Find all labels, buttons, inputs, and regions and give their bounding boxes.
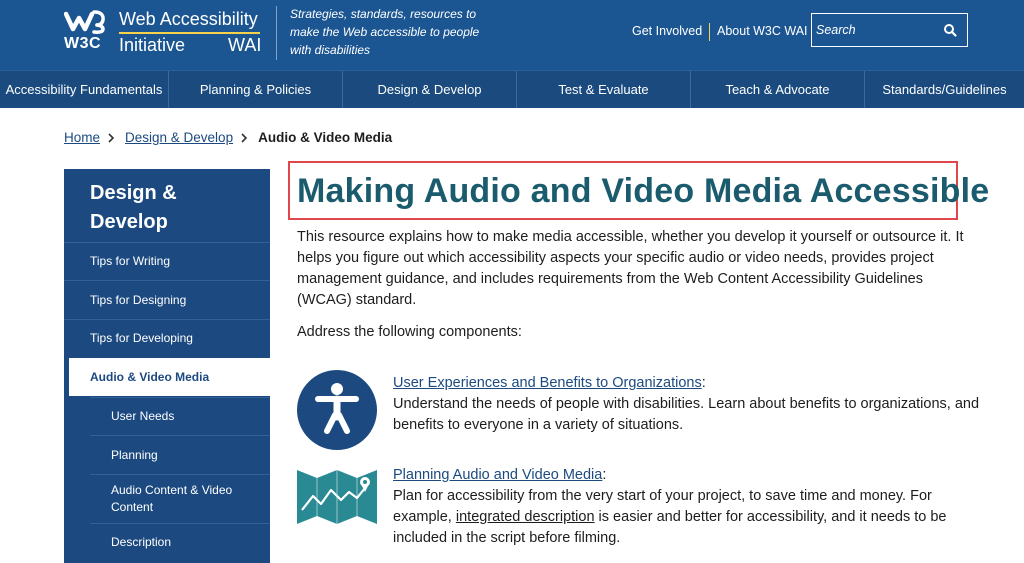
- nav-planning-policies[interactable]: Planning & Policies: [169, 71, 343, 108]
- breadcrumb-home-link[interactable]: Home: [64, 130, 100, 145]
- header-divider: [276, 6, 277, 60]
- w3c-wai-logo-icon: [64, 10, 105, 34]
- site-title-line1[interactable]: Web Accessibility: [119, 9, 258, 30]
- title-underline: [119, 32, 260, 34]
- component-description: Understand the needs of people with disa…: [393, 396, 980, 433]
- sidebar-item-tips-writing[interactable]: Tips for Writing: [64, 242, 270, 280]
- breadcrumb: Home Design & Develop Audio & Video Medi…: [64, 130, 392, 145]
- search-icon[interactable]: [940, 20, 960, 40]
- site-title-line2[interactable]: Initiative: [119, 35, 185, 56]
- page-title: Making Audio and Video Media Accessible: [297, 172, 990, 210]
- breadcrumb-design-develop-link[interactable]: Design & Develop: [125, 130, 233, 145]
- search-box: [811, 13, 968, 47]
- sidebar-item-planning[interactable]: Planning: [90, 435, 270, 474]
- accessibility-person-icon: [297, 370, 377, 450]
- sidebar-item-tips-developing[interactable]: Tips for Developing: [64, 319, 270, 357]
- site-tagline: Strategies, standards, resources to make…: [290, 7, 480, 57]
- map-chart-icon: [297, 470, 377, 524]
- sidebar-item-tips-designing[interactable]: Tips for Designing: [64, 280, 270, 319]
- sidebar-item-description[interactable]: Description: [90, 523, 270, 561]
- planning-media-link[interactable]: Planning Audio and Video Media: [393, 467, 602, 483]
- w3c-logo[interactable]: W3C: [64, 9, 106, 53]
- component-planning: Planning Audio and Video Media: Plan for…: [393, 465, 983, 549]
- about-wai-link[interactable]: About W3C WAI: [717, 24, 808, 38]
- component-user-experiences: User Experiences and Benefits to Organiz…: [393, 373, 983, 436]
- chevron-right-icon: [241, 132, 248, 143]
- component-colon: :: [602, 467, 607, 483]
- site-title-wai[interactable]: WAI: [228, 35, 261, 56]
- nav-teach-advocate[interactable]: Teach & Advocate: [691, 71, 865, 108]
- component-colon: :: [701, 375, 706, 391]
- sidebar-item-audio-video-content[interactable]: Audio Content & Video Content: [90, 474, 270, 523]
- sidebar-item-user-needs[interactable]: User Needs: [90, 397, 270, 435]
- get-involved-link[interactable]: Get Involved: [632, 24, 702, 38]
- sidebar-navigation: Design & Develop Tips for Writing Tips f…: [64, 169, 270, 563]
- intro-paragraph: This resource explains how to make media…: [297, 229, 964, 308]
- integrated-description-link[interactable]: integrated description: [456, 509, 595, 525]
- sidebar-item-audio-video-media[interactable]: Audio & Video Media: [69, 358, 270, 396]
- sidebar-title[interactable]: Design & Develop: [90, 179, 210, 237]
- toplink-separator: [709, 23, 710, 41]
- nav-accessibility-fundamentals[interactable]: Accessibility Fundamentals: [0, 71, 169, 108]
- w3c-wordmark: W3C: [64, 35, 102, 52]
- chevron-right-icon: [108, 132, 115, 143]
- breadcrumb-current: Audio & Video Media: [258, 130, 393, 145]
- main-navigation: Accessibility Fundamentals Planning & Po…: [0, 70, 1024, 108]
- nav-standards-guidelines[interactable]: Standards/Guidelines: [865, 71, 1024, 108]
- search-input[interactable]: [816, 20, 934, 40]
- site-header: W3C Web Accessibility Initiative WAI Str…: [0, 0, 1024, 70]
- components-intro: Address the following components:: [297, 324, 522, 340]
- user-experiences-link[interactable]: User Experiences and Benefits to Organiz…: [393, 375, 702, 391]
- nav-test-evaluate[interactable]: Test & Evaluate: [517, 71, 691, 108]
- nav-design-develop[interactable]: Design & Develop: [343, 71, 517, 108]
- component-description: Plan for accessibility from the very sta…: [393, 486, 983, 549]
